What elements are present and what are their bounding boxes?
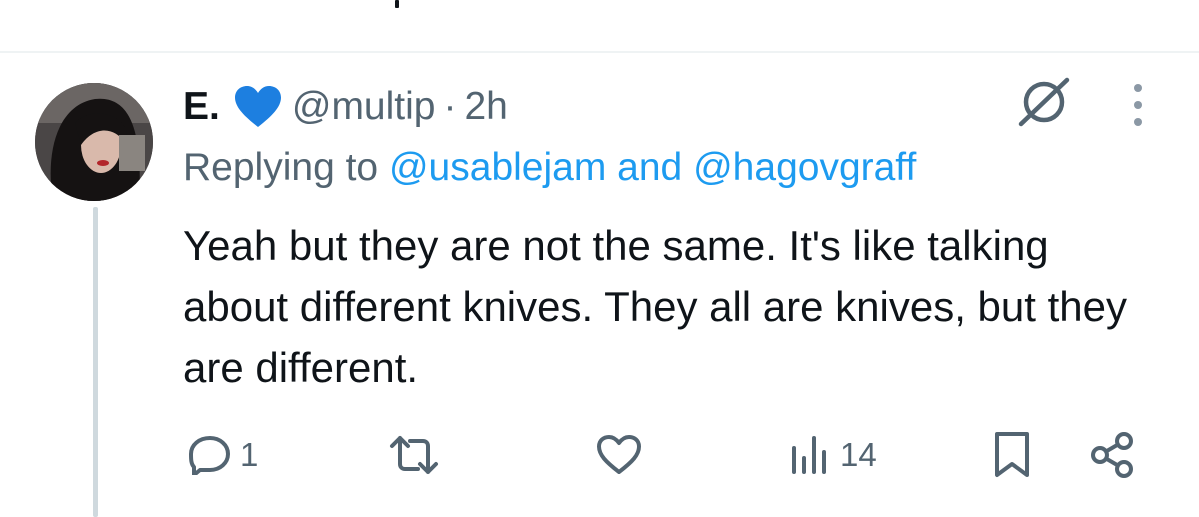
timestamp[interactable]: 2h bbox=[464, 82, 507, 132]
reply-button[interactable]: 1 bbox=[188, 425, 258, 485]
author-handle[interactable]: @multip bbox=[292, 82, 436, 132]
repost-button[interactable] bbox=[388, 425, 448, 485]
views-button[interactable]: 14 bbox=[790, 425, 877, 485]
action-bar: 1 14 bbox=[0, 425, 1199, 485]
views-count: 14 bbox=[840, 436, 877, 473]
author-name[interactable]: E. bbox=[183, 82, 220, 132]
like-icon bbox=[596, 434, 642, 476]
share-button[interactable] bbox=[1088, 425, 1136, 485]
grok-icon[interactable] bbox=[1010, 74, 1078, 130]
reply-joiner: and bbox=[617, 146, 683, 189]
reply-to-link-2[interactable]: @hagovgraff bbox=[693, 146, 916, 189]
repost-icon bbox=[388, 434, 440, 476]
share-icon bbox=[1088, 431, 1136, 479]
reply-to-link-1[interactable]: @usablejam bbox=[389, 146, 606, 189]
replying-prefix: Replying to bbox=[183, 146, 379, 189]
tweet-text: Yeah but they are not the same. It's lik… bbox=[183, 222, 1127, 391]
replying-to: Replying to @usablejam and @hagovgraff bbox=[183, 143, 916, 193]
more-icon[interactable] bbox=[1120, 80, 1156, 130]
bookmark-icon bbox=[992, 431, 1032, 479]
bookmark-button[interactable] bbox=[992, 425, 1032, 485]
reply-icon bbox=[188, 435, 232, 475]
like-button[interactable] bbox=[596, 425, 650, 485]
separator-dot: · bbox=[443, 85, 457, 128]
previous-tweet-fragment bbox=[395, 0, 399, 8]
blue-heart-icon bbox=[234, 85, 282, 129]
avatar[interactable] bbox=[35, 83, 153, 201]
views-icon bbox=[790, 434, 832, 476]
reply-count: 1 bbox=[240, 436, 259, 473]
tweet-divider bbox=[0, 51, 1199, 53]
tweet-header: E. @multip · 2h bbox=[183, 82, 508, 132]
